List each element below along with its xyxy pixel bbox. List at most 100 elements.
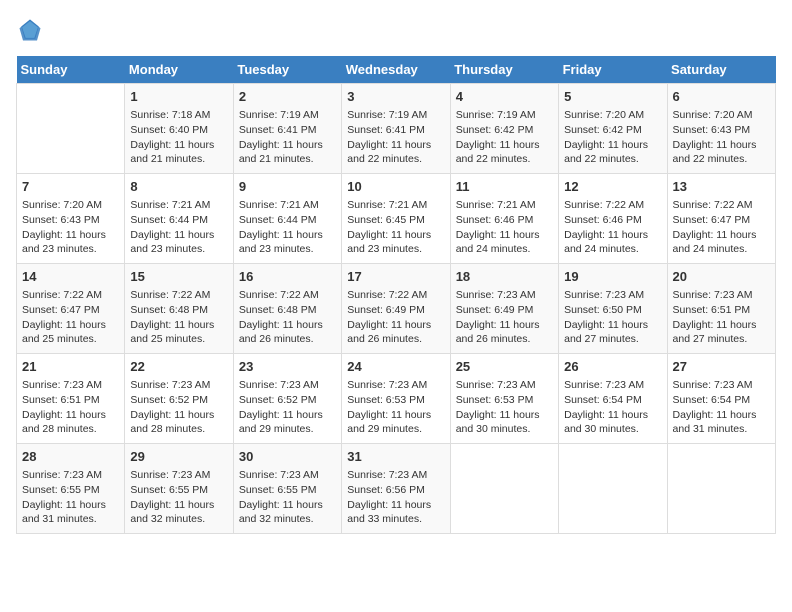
day-number: 11 bbox=[456, 178, 553, 196]
calendar-cell: 13 Sunrise: 7:22 AMSunset: 6:47 PMDayligh… bbox=[667, 174, 775, 264]
calendar-cell bbox=[559, 444, 667, 534]
calendar-cell: 23Sunrise: 7:23 AMSunset: 6:52 PMDayligh… bbox=[233, 354, 341, 444]
cell-sun-info: Sunrise: 7:22 AMSunset: 6:48 PMDaylight:… bbox=[130, 288, 227, 347]
cell-sun-info: Sunrise: 7:23 AMSunset: 6:52 PMDaylight:… bbox=[130, 378, 227, 437]
cell-sun-info: Sunrise: 7:23 AMSunset: 6:52 PMDaylight:… bbox=[239, 378, 336, 437]
calendar-cell: 31Sunrise: 7:23 AMSunset: 6:56 PMDayligh… bbox=[342, 444, 450, 534]
calendar-cell: 19Sunrise: 7:23 AMSunset: 6:50 PMDayligh… bbox=[559, 264, 667, 354]
day-number: 3 bbox=[347, 88, 444, 106]
calendar-cell: 12 Sunrise: 7:22 AMSunset: 6:46 PMDayligh… bbox=[559, 174, 667, 264]
day-number: 1 bbox=[130, 88, 227, 106]
calendar-body: 1 Sunrise: 7:18 AMSunset: 6:40 PMDaylight… bbox=[17, 84, 776, 534]
header-cell-wednesday: Wednesday bbox=[342, 56, 450, 84]
calendar-cell: 25Sunrise: 7:23 AMSunset: 6:53 PMDayligh… bbox=[450, 354, 558, 444]
calendar-cell: 16 Sunrise: 7:22 AMSunset: 6:48 PMDayligh… bbox=[233, 264, 341, 354]
page-header bbox=[16, 16, 776, 44]
calendar-week-4: 21Sunrise: 7:23 AMSunset: 6:51 PMDayligh… bbox=[17, 354, 776, 444]
day-number: 7 bbox=[22, 178, 119, 196]
day-number: 28 bbox=[22, 448, 119, 466]
day-number: 17 bbox=[347, 268, 444, 286]
cell-sun-info: Sunrise: 7:22 AMSunset: 6:47 PMDaylight:… bbox=[22, 288, 119, 347]
day-number: 22 bbox=[130, 358, 227, 376]
calendar-cell: 18 Sunrise: 7:23 AMSunset: 6:49 PMDayligh… bbox=[450, 264, 558, 354]
header-cell-thursday: Thursday bbox=[450, 56, 558, 84]
cell-sun-info: Sunrise: 7:22 AMSunset: 6:46 PMDaylight:… bbox=[564, 198, 661, 257]
calendar-cell bbox=[667, 444, 775, 534]
header-cell-sunday: Sunday bbox=[17, 56, 125, 84]
calendar-cell: 6 Sunrise: 7:20 AMSunset: 6:43 PMDaylight… bbox=[667, 84, 775, 174]
day-number: 29 bbox=[130, 448, 227, 466]
calendar-cell: 21Sunrise: 7:23 AMSunset: 6:51 PMDayligh… bbox=[17, 354, 125, 444]
calendar-cell: 15 Sunrise: 7:22 AMSunset: 6:48 PMDayligh… bbox=[125, 264, 233, 354]
day-number: 27 bbox=[673, 358, 770, 376]
logo bbox=[16, 16, 48, 44]
cell-sun-info: Sunrise: 7:19 AMSunset: 6:41 PMDaylight:… bbox=[347, 108, 444, 167]
logo-icon bbox=[16, 16, 44, 44]
header-cell-monday: Monday bbox=[125, 56, 233, 84]
cell-sun-info: Sunrise: 7:22 AMSunset: 6:47 PMDaylight:… bbox=[673, 198, 770, 257]
cell-sun-info: Sunrise: 7:22 AMSunset: 6:49 PMDaylight:… bbox=[347, 288, 444, 347]
cell-sun-info: Sunrise: 7:19 AMSunset: 6:41 PMDaylight:… bbox=[239, 108, 336, 167]
day-number: 16 bbox=[239, 268, 336, 286]
day-number: 13 bbox=[673, 178, 770, 196]
cell-sun-info: Sunrise: 7:23 AMSunset: 6:49 PMDaylight:… bbox=[456, 288, 553, 347]
day-number: 30 bbox=[239, 448, 336, 466]
cell-sun-info: Sunrise: 7:19 AMSunset: 6:42 PMDaylight:… bbox=[456, 108, 553, 167]
cell-sun-info: Sunrise: 7:23 AMSunset: 6:51 PMDaylight:… bbox=[22, 378, 119, 437]
calendar-cell: 1 Sunrise: 7:18 AMSunset: 6:40 PMDaylight… bbox=[125, 84, 233, 174]
day-number: 12 bbox=[564, 178, 661, 196]
header-cell-friday: Friday bbox=[559, 56, 667, 84]
cell-sun-info: Sunrise: 7:20 AMSunset: 6:43 PMDaylight:… bbox=[22, 198, 119, 257]
calendar-cell: 20Sunrise: 7:23 AMSunset: 6:51 PMDayligh… bbox=[667, 264, 775, 354]
header-row: SundayMondayTuesdayWednesdayThursdayFrid… bbox=[17, 56, 776, 84]
day-number: 26 bbox=[564, 358, 661, 376]
day-number: 6 bbox=[673, 88, 770, 106]
calendar-week-1: 1 Sunrise: 7:18 AMSunset: 6:40 PMDaylight… bbox=[17, 84, 776, 174]
calendar-header: SundayMondayTuesdayWednesdayThursdayFrid… bbox=[17, 56, 776, 84]
calendar-cell: 2 Sunrise: 7:19 AMSunset: 6:41 PMDaylight… bbox=[233, 84, 341, 174]
day-number: 24 bbox=[347, 358, 444, 376]
day-number: 5 bbox=[564, 88, 661, 106]
cell-sun-info: Sunrise: 7:22 AMSunset: 6:48 PMDaylight:… bbox=[239, 288, 336, 347]
cell-sun-info: Sunrise: 7:23 AMSunset: 6:55 PMDaylight:… bbox=[130, 468, 227, 527]
header-cell-saturday: Saturday bbox=[667, 56, 775, 84]
cell-sun-info: Sunrise: 7:21 AMSunset: 6:44 PMDaylight:… bbox=[130, 198, 227, 257]
header-cell-tuesday: Tuesday bbox=[233, 56, 341, 84]
calendar-cell: 28Sunrise: 7:23 AMSunset: 6:55 PMDayligh… bbox=[17, 444, 125, 534]
calendar-cell: 14 Sunrise: 7:22 AMSunset: 6:47 PMDayligh… bbox=[17, 264, 125, 354]
cell-sun-info: Sunrise: 7:20 AMSunset: 6:42 PMDaylight:… bbox=[564, 108, 661, 167]
day-number: 14 bbox=[22, 268, 119, 286]
cell-sun-info: Sunrise: 7:23 AMSunset: 6:53 PMDaylight:… bbox=[347, 378, 444, 437]
cell-sun-info: Sunrise: 7:23 AMSunset: 6:54 PMDaylight:… bbox=[564, 378, 661, 437]
day-number: 4 bbox=[456, 88, 553, 106]
calendar-cell: 10Sunrise: 7:21 AMSunset: 6:45 PMDayligh… bbox=[342, 174, 450, 264]
calendar-cell: 5 Sunrise: 7:20 AMSunset: 6:42 PMDaylight… bbox=[559, 84, 667, 174]
cell-sun-info: Sunrise: 7:23 AMSunset: 6:55 PMDaylight:… bbox=[239, 468, 336, 527]
cell-sun-info: Sunrise: 7:18 AMSunset: 6:40 PMDaylight:… bbox=[130, 108, 227, 167]
calendar-cell: 27Sunrise: 7:23 AMSunset: 6:54 PMDayligh… bbox=[667, 354, 775, 444]
calendar-cell: 7 Sunrise: 7:20 AMSunset: 6:43 PMDaylight… bbox=[17, 174, 125, 264]
cell-sun-info: Sunrise: 7:23 AMSunset: 6:53 PMDaylight:… bbox=[456, 378, 553, 437]
calendar-week-5: 28 Sunrise: 7:23 AMSunset: 6:55 PMDayligh… bbox=[17, 444, 776, 534]
calendar-cell: 4 Sunrise: 7:19 AMSunset: 6:42 PMDaylight… bbox=[450, 84, 558, 174]
calendar-cell bbox=[450, 444, 558, 534]
cell-sun-info: Sunrise: 7:21 AMSunset: 6:46 PMDaylight:… bbox=[456, 198, 553, 257]
calendar-cell bbox=[17, 84, 125, 174]
calendar-cell: 30 Sunrise: 7:23 AMSunset: 6:55 PMDayligh… bbox=[233, 444, 341, 534]
calendar-week-2: 7 Sunrise: 7:20 AMSunset: 6:43 PMDaylight… bbox=[17, 174, 776, 264]
calendar-cell: 3 Sunrise: 7:19 AMSunset: 6:41 PMDaylight… bbox=[342, 84, 450, 174]
calendar-table: SundayMondayTuesdayWednesdayThursdayFrid… bbox=[16, 56, 776, 534]
calendar-cell: 22 Sunrise: 7:23 AMSunset: 6:52 PMDayligh… bbox=[125, 354, 233, 444]
day-number: 18 bbox=[456, 268, 553, 286]
day-number: 2 bbox=[239, 88, 336, 106]
calendar-cell: 29 Sunrise: 7:23 AMSunset: 6:55 PMDayligh… bbox=[125, 444, 233, 534]
day-number: 31 bbox=[347, 448, 444, 466]
calendar-cell: 9Sunrise: 7:21 AMSunset: 6:44 PMDaylight… bbox=[233, 174, 341, 264]
cell-sun-info: Sunrise: 7:23 AMSunset: 6:51 PMDaylight:… bbox=[673, 288, 770, 347]
calendar-cell: 8Sunrise: 7:21 AMSunset: 6:44 PMDaylight… bbox=[125, 174, 233, 264]
calendar-cell: 24 Sunrise: 7:23 AMSunset: 6:53 PMDayligh… bbox=[342, 354, 450, 444]
day-number: 15 bbox=[130, 268, 227, 286]
day-number: 19 bbox=[564, 268, 661, 286]
cell-sun-info: Sunrise: 7:20 AMSunset: 6:43 PMDaylight:… bbox=[673, 108, 770, 167]
cell-sun-info: Sunrise: 7:21 AMSunset: 6:44 PMDaylight:… bbox=[239, 198, 336, 257]
